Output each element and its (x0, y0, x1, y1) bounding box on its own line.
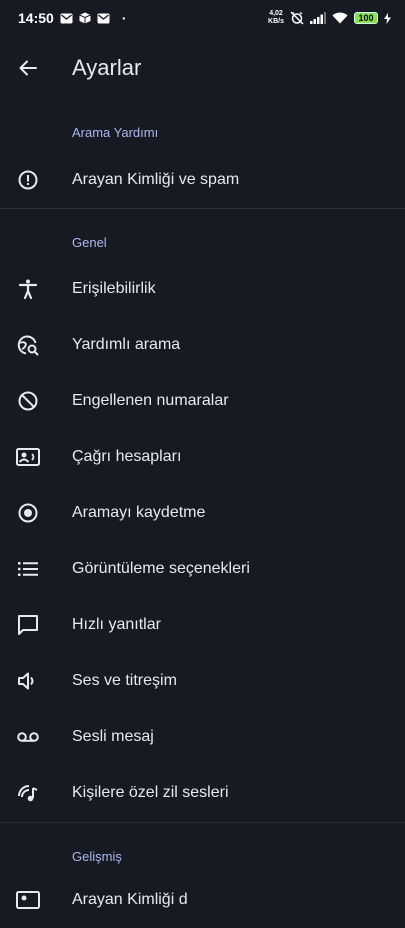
setting-label: Erişilebilirlik (72, 280, 156, 297)
signal-icon (310, 12, 326, 24)
setting-accessibility[interactable]: Erişilebilirlik (0, 261, 405, 317)
setting-label: Hızlı yanıtlar (72, 616, 161, 633)
charging-icon (384, 12, 391, 24)
setting-assisted-dialing[interactable]: Yardımlı arama (0, 317, 405, 373)
ringtone-icon (0, 765, 56, 821)
battery-indicator: 100 (354, 12, 378, 24)
voicemail-icon (0, 709, 56, 765)
network-speed: 4,02 KB/s (268, 10, 284, 26)
network-speed-unit: KB/s (268, 18, 284, 25)
setting-caller-id-advanced[interactable]: Arayan Kimliği d (0, 872, 405, 928)
caller-id-icon (0, 872, 56, 928)
network-speed-value: 4,02 (269, 10, 283, 17)
section-header-genel: Genel (72, 235, 107, 250)
alarm-off-icon (290, 11, 304, 25)
setting-label: Yardımlı arama (72, 336, 181, 353)
setting-label: Ses ve titreşim (72, 672, 177, 689)
setting-label: Kişilere özel zil sesleri (72, 784, 229, 801)
setting-contact-ringtones[interactable]: Kişilere özel zil sesleri (0, 765, 405, 821)
setting-sound-vibration[interactable]: Ses ve titreşim (0, 653, 405, 709)
toolbar: Ayarlar (0, 40, 405, 96)
contact-card-icon (0, 429, 56, 485)
setting-display-options[interactable]: Görüntüleme seçenekleri (0, 541, 405, 597)
section-divider (0, 208, 405, 209)
page-title: Ayarlar (72, 55, 142, 80)
setting-label: Arayan Kimliği d (72, 891, 188, 908)
status-time: 14:50 (18, 10, 54, 26)
accessibility-icon (0, 261, 56, 317)
setting-voicemail[interactable]: Sesli mesaj (0, 709, 405, 765)
status-bar-left: 14:50 · (18, 10, 126, 26)
wifi-icon (332, 12, 348, 24)
globe-search-icon (0, 317, 56, 373)
arrow-back-icon (18, 58, 38, 78)
block-icon (0, 373, 56, 429)
setting-quick-responses[interactable]: Hızlı yanıtlar (0, 597, 405, 653)
setting-label: Engellenen numaralar (72, 392, 229, 409)
record-icon (0, 485, 56, 541)
setting-call-recording[interactable]: Aramayı kaydetme (0, 485, 405, 541)
gmail-notification-icon-2 (97, 13, 110, 24)
setting-label: Görüntüleme seçenekleri (72, 560, 250, 577)
list-icon (0, 541, 56, 597)
back-button[interactable] (0, 40, 56, 96)
section-divider (0, 822, 405, 823)
setting-calling-accounts[interactable]: Çağrı hesapları (0, 429, 405, 485)
setting-label: Çağrı hesapları (72, 448, 182, 465)
status-dot: · (121, 10, 127, 26)
status-bar-right: 4,02 KB/s 100 (268, 10, 391, 26)
setting-label: Sesli mesaj (72, 728, 154, 745)
status-bar: 14:50 · 4,02 KB/s 100 (0, 0, 405, 36)
message-icon (0, 597, 56, 653)
section-header-arama-yardimi: Arama Yardımı (72, 125, 159, 140)
alert-circle-icon (0, 152, 56, 208)
setting-blocked-numbers[interactable]: Engellenen numaralar (0, 373, 405, 429)
section-header-gelismis: Gelişmiş (72, 849, 122, 864)
setting-label: Arayan Kimliği ve spam (72, 171, 240, 188)
volume-icon (0, 653, 56, 709)
box-notification-icon (79, 12, 91, 24)
setting-label: Aramayı kaydetme (72, 504, 206, 521)
gmail-notification-icon (60, 13, 73, 24)
setting-caller-id-spam[interactable]: Arayan Kimliği ve spam (0, 152, 405, 208)
